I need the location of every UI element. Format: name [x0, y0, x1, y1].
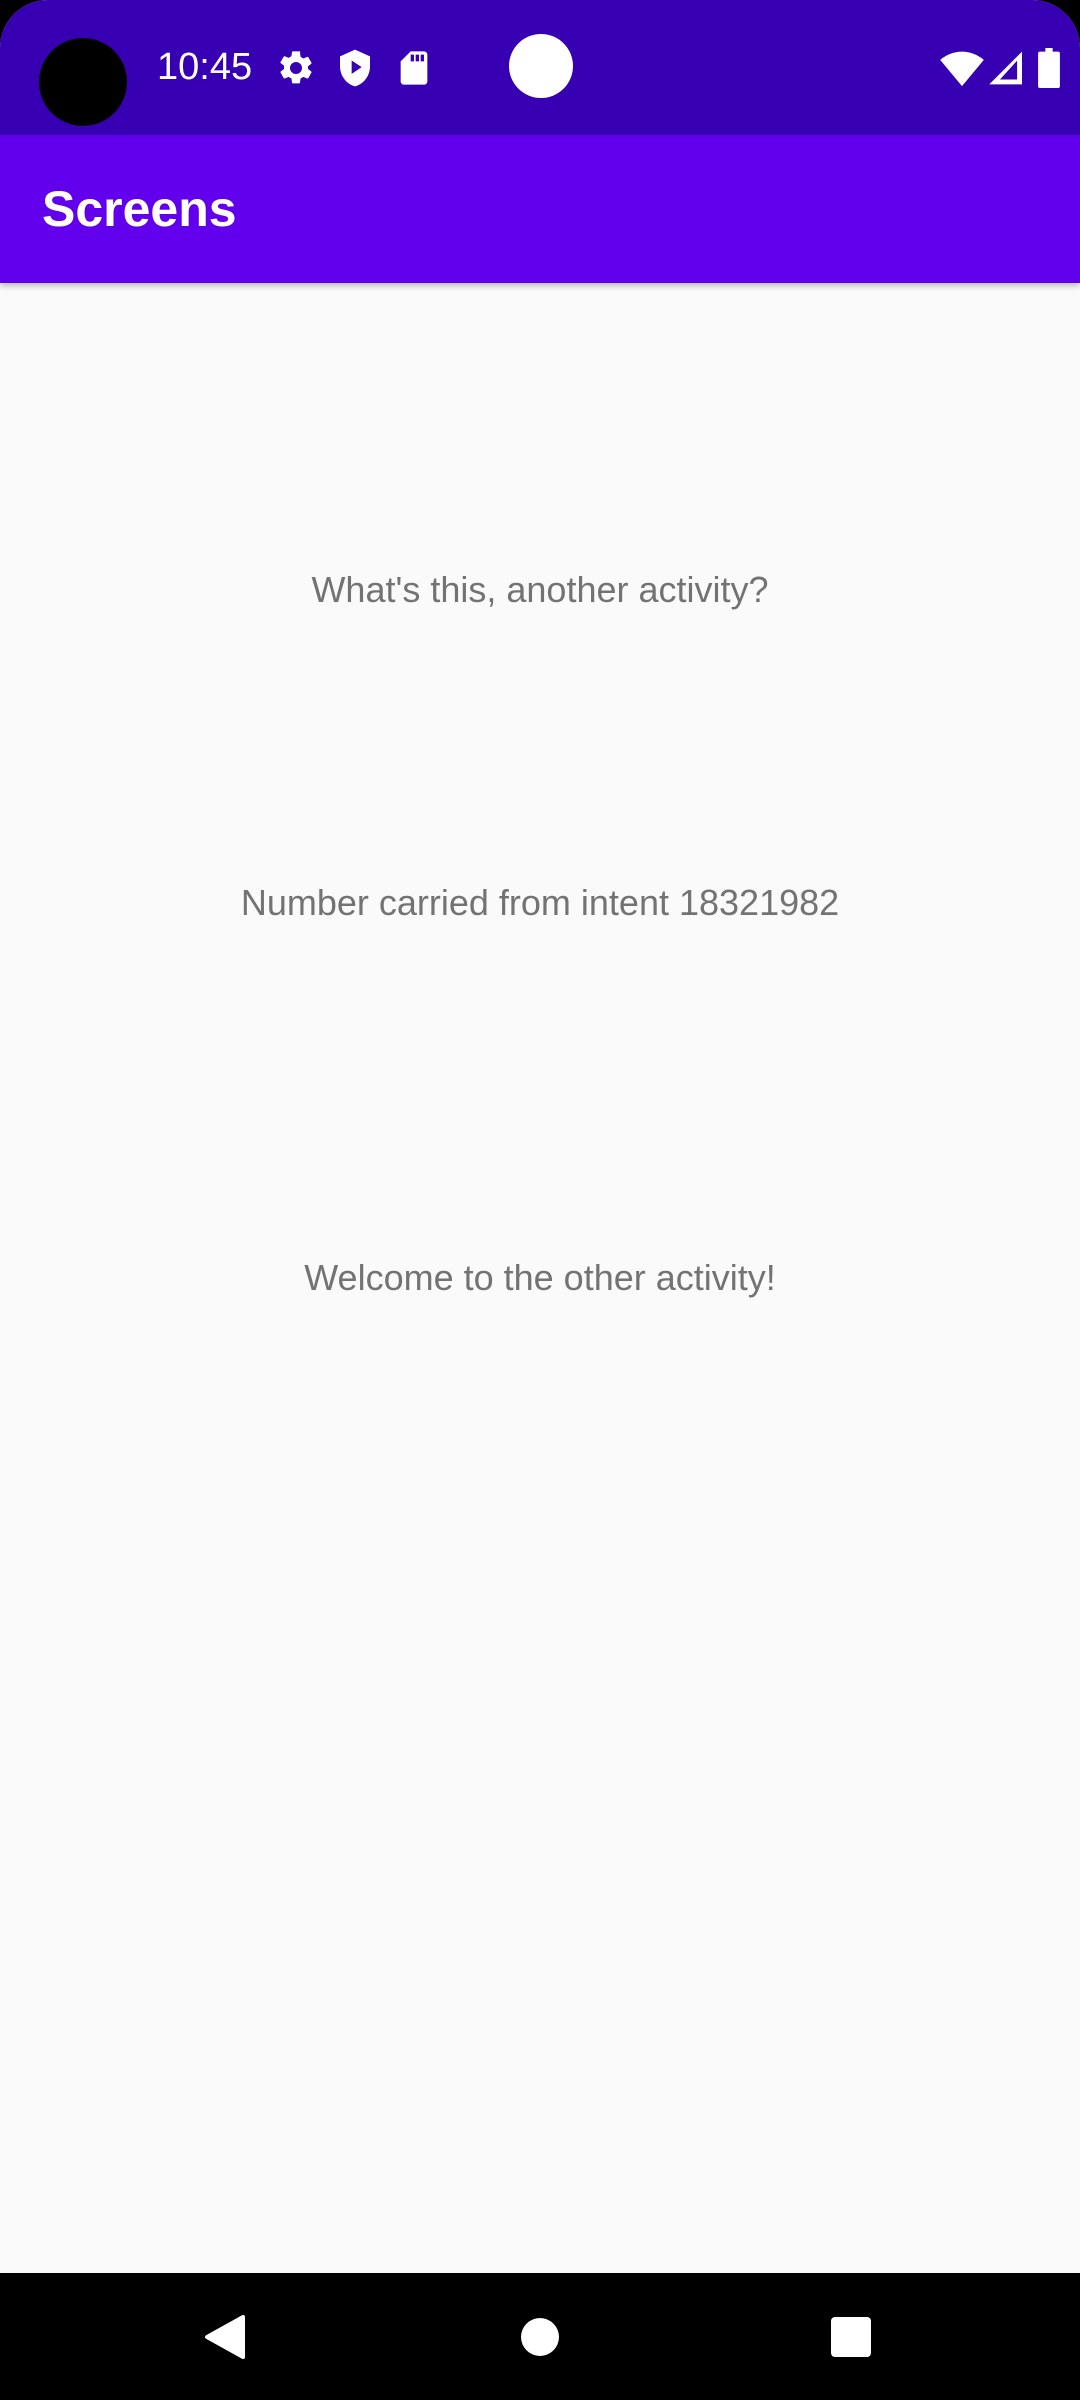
home-button[interactable] [470, 2273, 610, 2400]
welcome-text: Welcome to the other activity! [304, 1257, 776, 1298]
app-title: Screens [42, 181, 237, 237]
sd-card-icon [394, 48, 434, 88]
recents-button[interactable] [781, 2273, 921, 2400]
battery-icon [1038, 48, 1060, 88]
camera-cutout [39, 38, 127, 126]
center-indicator-dot [509, 34, 573, 98]
navigation-bar [0, 2273, 1080, 2400]
back-button[interactable] [155, 2273, 295, 2400]
activity-question-text: What's this, another activity? [311, 569, 769, 610]
settings-icon [276, 48, 316, 88]
back-icon [205, 2314, 245, 2359]
cellular-signal-icon [986, 48, 1022, 88]
shield-play-icon [335, 48, 375, 88]
intent-number-text: Number carried from intent 18321982 [240, 882, 840, 923]
status-time: 10:45 [157, 46, 253, 88]
wifi-icon [940, 48, 984, 88]
recents-icon [831, 2316, 871, 2357]
home-icon [521, 2317, 559, 2356]
status-bar: 10:45 [0, 0, 1080, 135]
app-bar: Screens [0, 135, 1080, 283]
app-screen: 10:45 Screens What's this, another activ… [0, 0, 1080, 2400]
